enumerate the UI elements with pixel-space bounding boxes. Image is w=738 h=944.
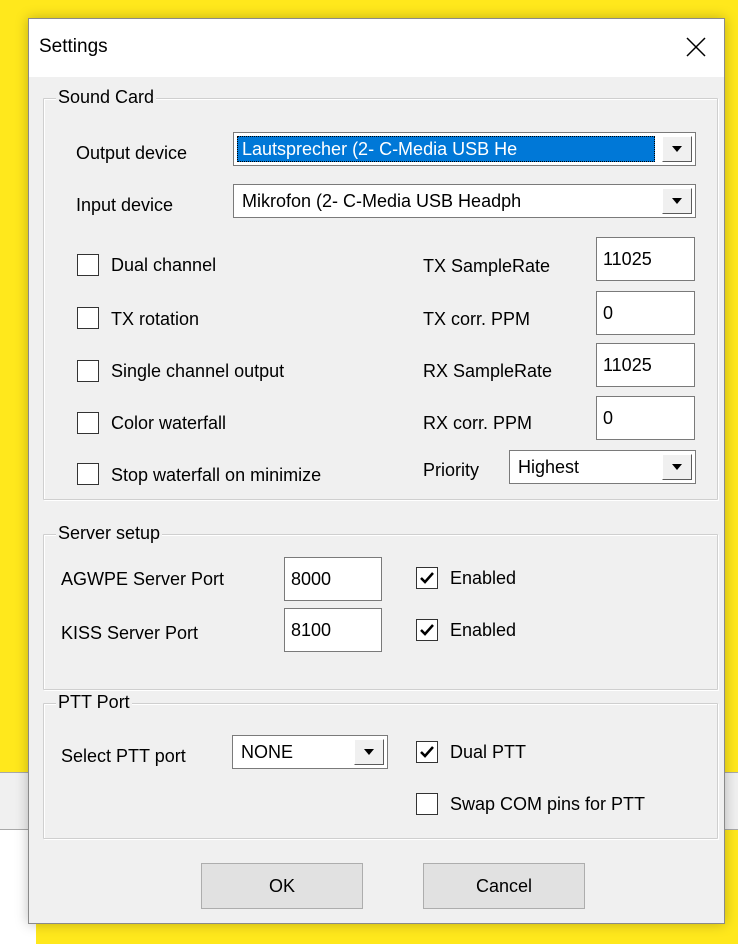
tx-corr-ppm-label: TX corr. PPM <box>423 309 531 329</box>
kiss-enabled-label: Enabled <box>450 620 517 640</box>
color-waterfall-checkbox[interactable] <box>77 412 99 434</box>
close-icon <box>686 37 706 57</box>
tx-samplerate-label: TX SampleRate <box>423 256 551 276</box>
output-device-label: Output device <box>76 143 188 163</box>
dual-ptt-label: Dual PTT <box>450 742 527 762</box>
title-bar[interactable]: Settings <box>29 19 724 77</box>
ptt-port-select[interactable]: NONE <box>232 735 388 769</box>
output-device-select[interactable]: Lautsprecher (2- C-Media USB He <box>233 132 696 166</box>
stop-waterfall-label: Stop waterfall on minimize <box>111 465 322 485</box>
ptt-port-value: NONE <box>241 742 294 762</box>
kiss-port-input[interactable] <box>284 608 382 652</box>
stop-waterfall-checkbox[interactable] <box>77 463 99 485</box>
priority-label: Priority <box>423 460 480 480</box>
chevron-down-icon[interactable] <box>662 188 692 214</box>
swap-com-pins-label: Swap COM pins for PTT <box>450 794 646 814</box>
tx-corr-ppm-input[interactable] <box>596 291 695 335</box>
single-channel-output-label: Single channel output <box>111 361 285 381</box>
single-channel-output-checkbox[interactable] <box>77 360 99 382</box>
checkmark-icon <box>420 572 434 584</box>
dual-channel-label: Dual channel <box>111 255 217 275</box>
chevron-down-icon[interactable] <box>662 136 692 162</box>
tx-rotation-label: TX rotation <box>111 309 200 329</box>
ptt-port-group: PTT Port <box>43 692 718 839</box>
dialog-title: Settings <box>39 36 108 57</box>
ok-button[interactable]: OK <box>201 863 363 909</box>
dual-channel-checkbox[interactable] <box>77 254 99 276</box>
settings-dialog: Settings Sound Card Output device Lautsp… <box>28 18 725 924</box>
color-waterfall-label: Color waterfall <box>111 413 227 433</box>
rx-corr-ppm-label: RX corr. PPM <box>423 413 533 433</box>
dual-ptt-checkbox[interactable] <box>416 741 438 763</box>
rx-samplerate-label: RX SampleRate <box>423 361 553 381</box>
chevron-down-icon[interactable] <box>354 739 384 765</box>
swap-com-pins-checkbox[interactable] <box>416 793 438 815</box>
checkmark-icon <box>420 746 434 758</box>
rx-samplerate-input[interactable] <box>596 343 695 387</box>
input-device-value: Mikrofon (2- C-Media USB Headph <box>242 191 522 211</box>
ptt-port-legend: PTT Port <box>56 692 132 713</box>
tx-rotation-checkbox[interactable] <box>77 307 99 329</box>
priority-select[interactable]: Highest <box>509 450 696 484</box>
rx-corr-ppm-input[interactable] <box>596 396 695 440</box>
kiss-enabled-checkbox[interactable] <box>416 619 438 641</box>
input-device-select[interactable]: Mikrofon (2- C-Media USB Headph <box>233 184 696 218</box>
chevron-down-icon[interactable] <box>662 454 692 480</box>
input-device-label: Input device <box>76 195 174 215</box>
agwpe-port-label: AGWPE Server Port <box>61 569 225 589</box>
agwpe-enabled-label: Enabled <box>450 568 517 588</box>
priority-value: Highest <box>518 457 580 477</box>
kiss-port-label: KISS Server Port <box>61 623 199 643</box>
agwpe-port-input[interactable] <box>284 557 382 601</box>
close-button[interactable] <box>668 19 724 75</box>
select-ptt-port-label: Select PTT port <box>61 746 186 766</box>
sound-card-legend: Sound Card <box>56 87 157 108</box>
checkmark-icon <box>420 624 434 636</box>
output-device-value: Lautsprecher (2- C-Media USB He <box>237 136 655 162</box>
agwpe-enabled-checkbox[interactable] <box>416 567 438 589</box>
cancel-button[interactable]: Cancel <box>423 863 585 909</box>
background-right-window-strip <box>724 772 738 830</box>
server-setup-legend: Server setup <box>56 523 163 544</box>
tx-samplerate-input[interactable] <box>596 237 695 281</box>
